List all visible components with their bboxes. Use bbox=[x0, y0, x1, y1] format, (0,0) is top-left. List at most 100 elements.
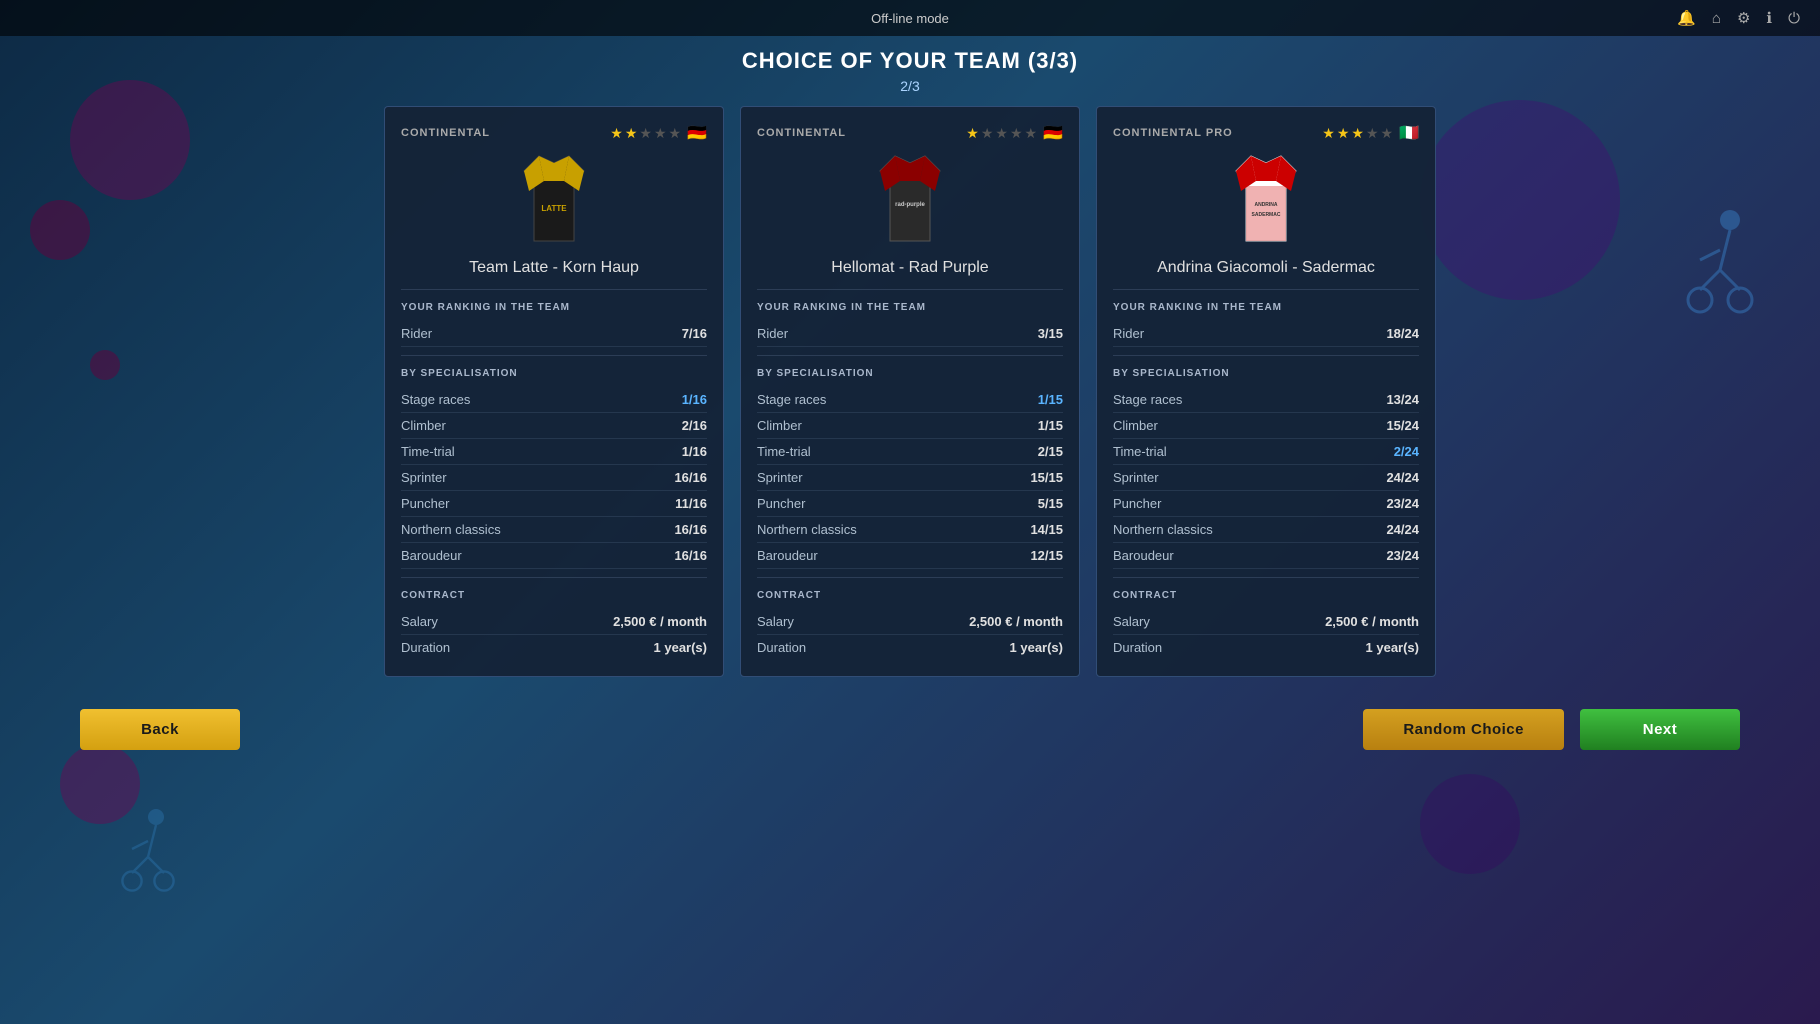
spec-value-6: 12/15 bbox=[1030, 548, 1063, 563]
spec-value-0: 1/16 bbox=[682, 392, 707, 407]
spec-label-3: Sprinter bbox=[757, 470, 803, 485]
spec-label-2: Time-trial bbox=[1113, 444, 1167, 459]
spec-label-0: Stage races bbox=[1113, 392, 1182, 407]
top-bar: Off-line mode 🔔 ⌂ ⚙ ℹ ⏻ bbox=[0, 0, 1820, 36]
divider-1 bbox=[1113, 289, 1419, 290]
card-flag: 🇩🇪 bbox=[1043, 123, 1063, 143]
divider-3 bbox=[1113, 577, 1419, 578]
star-4: ★ bbox=[1010, 125, 1023, 142]
spec-label-1: Climber bbox=[401, 418, 446, 433]
rider-label: Rider bbox=[1113, 326, 1144, 341]
team-card-1[interactable]: CONTINENTAL ★★★★★ 🇩🇪 LATTE Team Latte - … bbox=[384, 106, 724, 677]
spec-row-2: Time-trial 1/16 bbox=[401, 439, 707, 465]
team-card-3[interactable]: CONTINENTAL PRO ★★★★★ 🇮🇹 ANDRINA SADERMA… bbox=[1096, 106, 1436, 677]
back-button[interactable]: Back bbox=[80, 709, 240, 750]
spec-row-1: Climber 2/16 bbox=[401, 413, 707, 439]
contract-section-title: CONTRACT bbox=[401, 590, 707, 601]
contract-label-1: Duration bbox=[757, 640, 806, 655]
spec-label-6: Baroudeur bbox=[1113, 548, 1174, 563]
divider-1 bbox=[401, 289, 707, 290]
spec-section-title: BY SPECIALISATION bbox=[757, 368, 1063, 379]
spec-row-0: Stage races 1/16 bbox=[401, 387, 707, 413]
page-title: CHOICE OF YOUR TEAM (3/3) bbox=[0, 48, 1820, 74]
card-level: CONTINENTAL bbox=[757, 127, 846, 139]
card-header: CONTINENTAL PRO ★★★★★ 🇮🇹 bbox=[1113, 123, 1419, 143]
spec-row-4: Puncher 23/24 bbox=[1113, 491, 1419, 517]
power-icon[interactable]: ⏻ bbox=[1788, 10, 1800, 27]
star-3: ★ bbox=[1351, 125, 1364, 142]
spec-row-5: Northern classics 24/24 bbox=[1113, 517, 1419, 543]
card-level: CONTINENTAL bbox=[401, 127, 490, 139]
star-3: ★ bbox=[995, 125, 1008, 142]
divider-2 bbox=[1113, 355, 1419, 356]
contract-value-0: 2,500 € / month bbox=[613, 614, 707, 629]
ranking-section-title: YOUR RANKING IN THE TEAM bbox=[757, 302, 1063, 313]
contract-section-title: CONTRACT bbox=[757, 590, 1063, 601]
spec-value-5: 16/16 bbox=[674, 522, 707, 537]
ranking-section-title: YOUR RANKING IN THE TEAM bbox=[1113, 302, 1419, 313]
rider-row: Rider 18/24 bbox=[1113, 321, 1419, 347]
team-card-2[interactable]: CONTINENTAL ★★★★★ 🇩🇪 rad-purple Hellomat… bbox=[740, 106, 1080, 677]
spec-label-4: Puncher bbox=[757, 496, 805, 511]
card-level: CONTINENTAL PRO bbox=[1113, 127, 1233, 139]
card-stars: ★★★★★ bbox=[1322, 125, 1393, 142]
divider-2 bbox=[401, 355, 707, 356]
spec-value-2: 2/15 bbox=[1038, 444, 1063, 459]
contract-label-1: Duration bbox=[401, 640, 450, 655]
random-choice-button[interactable]: Random Choice bbox=[1363, 709, 1564, 750]
card-team-name: Hellomat - Rad Purple bbox=[757, 259, 1063, 277]
bell-icon[interactable]: 🔔 bbox=[1677, 9, 1696, 27]
card-team-name: Andrina Giacomoli - Sadermac bbox=[1113, 259, 1419, 277]
card-flag: 🇮🇹 bbox=[1399, 123, 1419, 143]
spec-label-0: Stage races bbox=[401, 392, 470, 407]
info-icon[interactable]: ℹ bbox=[1766, 9, 1772, 27]
contract-row-1: Duration 1 year(s) bbox=[401, 635, 707, 660]
rider-row: Rider 7/16 bbox=[401, 321, 707, 347]
contract-label-0: Salary bbox=[401, 614, 438, 629]
star-4: ★ bbox=[654, 125, 667, 142]
spec-row-2: Time-trial 2/24 bbox=[1113, 439, 1419, 465]
gear-icon[interactable]: ⚙ bbox=[1737, 9, 1750, 27]
next-button[interactable]: Next bbox=[1580, 709, 1740, 750]
spec-label-5: Northern classics bbox=[757, 522, 857, 537]
svg-text:ANDRINA: ANDRINA bbox=[1254, 202, 1277, 208]
spec-value-4: 5/15 bbox=[1038, 496, 1063, 511]
cyclist-decoration-left bbox=[100, 799, 180, 904]
contract-row-1: Duration 1 year(s) bbox=[1113, 635, 1419, 660]
spec-label-1: Climber bbox=[757, 418, 802, 433]
contract-row-0: Salary 2,500 € / month bbox=[401, 609, 707, 635]
svg-text:LATTE: LATTE bbox=[541, 204, 567, 213]
spec-label-6: Baroudeur bbox=[757, 548, 818, 563]
spec-section-title: BY SPECIALISATION bbox=[401, 368, 707, 379]
spec-row-3: Sprinter 24/24 bbox=[1113, 465, 1419, 491]
spec-label-4: Puncher bbox=[401, 496, 449, 511]
card-header: CONTINENTAL ★★★★★ 🇩🇪 bbox=[401, 123, 707, 143]
spec-row-3: Sprinter 15/15 bbox=[757, 465, 1063, 491]
rider-value: 7/16 bbox=[682, 326, 707, 341]
contract-value-1: 1 year(s) bbox=[1366, 640, 1419, 655]
star-2: ★ bbox=[625, 125, 638, 142]
spec-label-5: Northern classics bbox=[1113, 522, 1213, 537]
spec-value-2: 2/24 bbox=[1394, 444, 1419, 459]
home-icon[interactable]: ⌂ bbox=[1712, 10, 1721, 27]
star-3: ★ bbox=[639, 125, 652, 142]
divider-3 bbox=[401, 577, 707, 578]
spec-row-0: Stage races 13/24 bbox=[1113, 387, 1419, 413]
spec-row-6: Baroudeur 12/15 bbox=[757, 543, 1063, 569]
card-stars: ★★★★★ bbox=[610, 125, 681, 142]
spec-value-3: 15/15 bbox=[1030, 470, 1063, 485]
rider-value: 3/15 bbox=[1038, 326, 1063, 341]
spec-row-1: Climber 15/24 bbox=[1113, 413, 1419, 439]
contract-label-0: Salary bbox=[757, 614, 794, 629]
star-5: ★ bbox=[1381, 125, 1394, 142]
top-bar-icons: 🔔 ⌂ ⚙ ℹ ⏻ bbox=[1677, 9, 1800, 27]
svg-text:SADERMAC: SADERMAC bbox=[1252, 212, 1281, 218]
contract-row-0: Salary 2,500 € / month bbox=[1113, 609, 1419, 635]
spec-value-2: 1/16 bbox=[682, 444, 707, 459]
card-jersey: LATTE bbox=[401, 151, 707, 251]
bottom-bar: Back Random Choice Next bbox=[0, 693, 1820, 766]
rider-label: Rider bbox=[401, 326, 432, 341]
rider-row: Rider 3/15 bbox=[757, 321, 1063, 347]
spec-row-4: Puncher 5/15 bbox=[757, 491, 1063, 517]
card-team-name: Team Latte - Korn Haup bbox=[401, 259, 707, 277]
